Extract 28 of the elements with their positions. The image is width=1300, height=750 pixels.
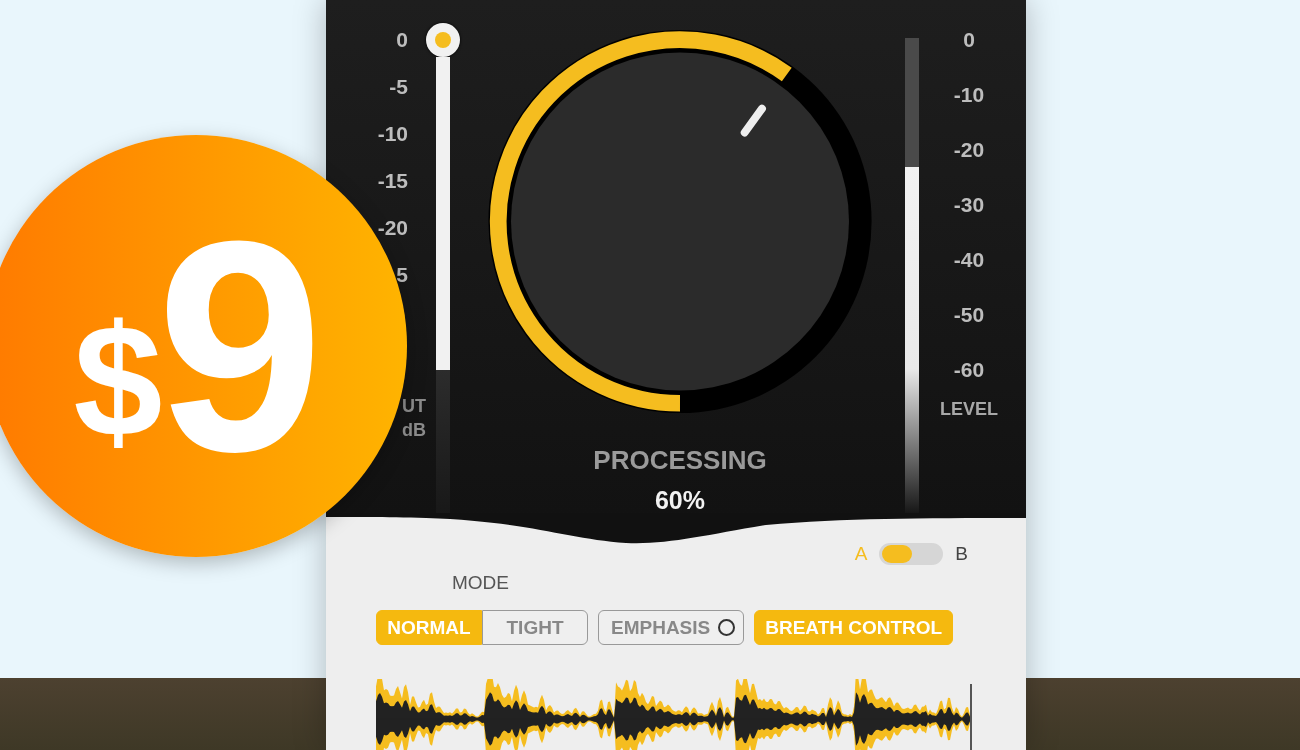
- scale-label: -40: [953, 247, 985, 273]
- processing-knob[interactable]: [488, 29, 872, 414]
- scale-label: 5: [396, 262, 409, 288]
- knob-value: 60%: [654, 486, 705, 515]
- scale-label: -5: [389, 74, 409, 100]
- level-label: LEVEL: [940, 399, 998, 420]
- mode-button[interactable]: NORMAL: [376, 610, 482, 645]
- preset-b-label[interactable]: B: [955, 543, 968, 565]
- scale-label: -50: [953, 302, 985, 328]
- circle-icon: [718, 619, 736, 636]
- scale-label: -60: [953, 357, 985, 383]
- input-label: UT: [402, 395, 426, 418]
- scale-label: -15: [377, 168, 409, 194]
- scale-label: 0: [963, 27, 975, 53]
- switch-thumb[interactable]: [882, 545, 913, 563]
- mode-button[interactable]: TIGHT: [482, 610, 588, 645]
- breath-control-button[interactable]: BREATH CONTROL: [754, 610, 954, 645]
- scale-label: -20: [377, 215, 409, 241]
- scale-label: -10: [953, 82, 985, 108]
- input-label: dB: [402, 419, 426, 442]
- mode-label: MODE: [452, 572, 509, 593]
- scale-label: -20: [953, 137, 985, 163]
- emphasis-toggle[interactable]: EMPHASIS: [598, 610, 745, 645]
- scale-label: -10: [377, 121, 409, 147]
- knob-label: PROCESSING: [593, 445, 767, 476]
- scale-label: 0: [396, 27, 409, 53]
- scale-label: -30: [953, 192, 985, 218]
- ab-switch[interactable]: [879, 543, 944, 565]
